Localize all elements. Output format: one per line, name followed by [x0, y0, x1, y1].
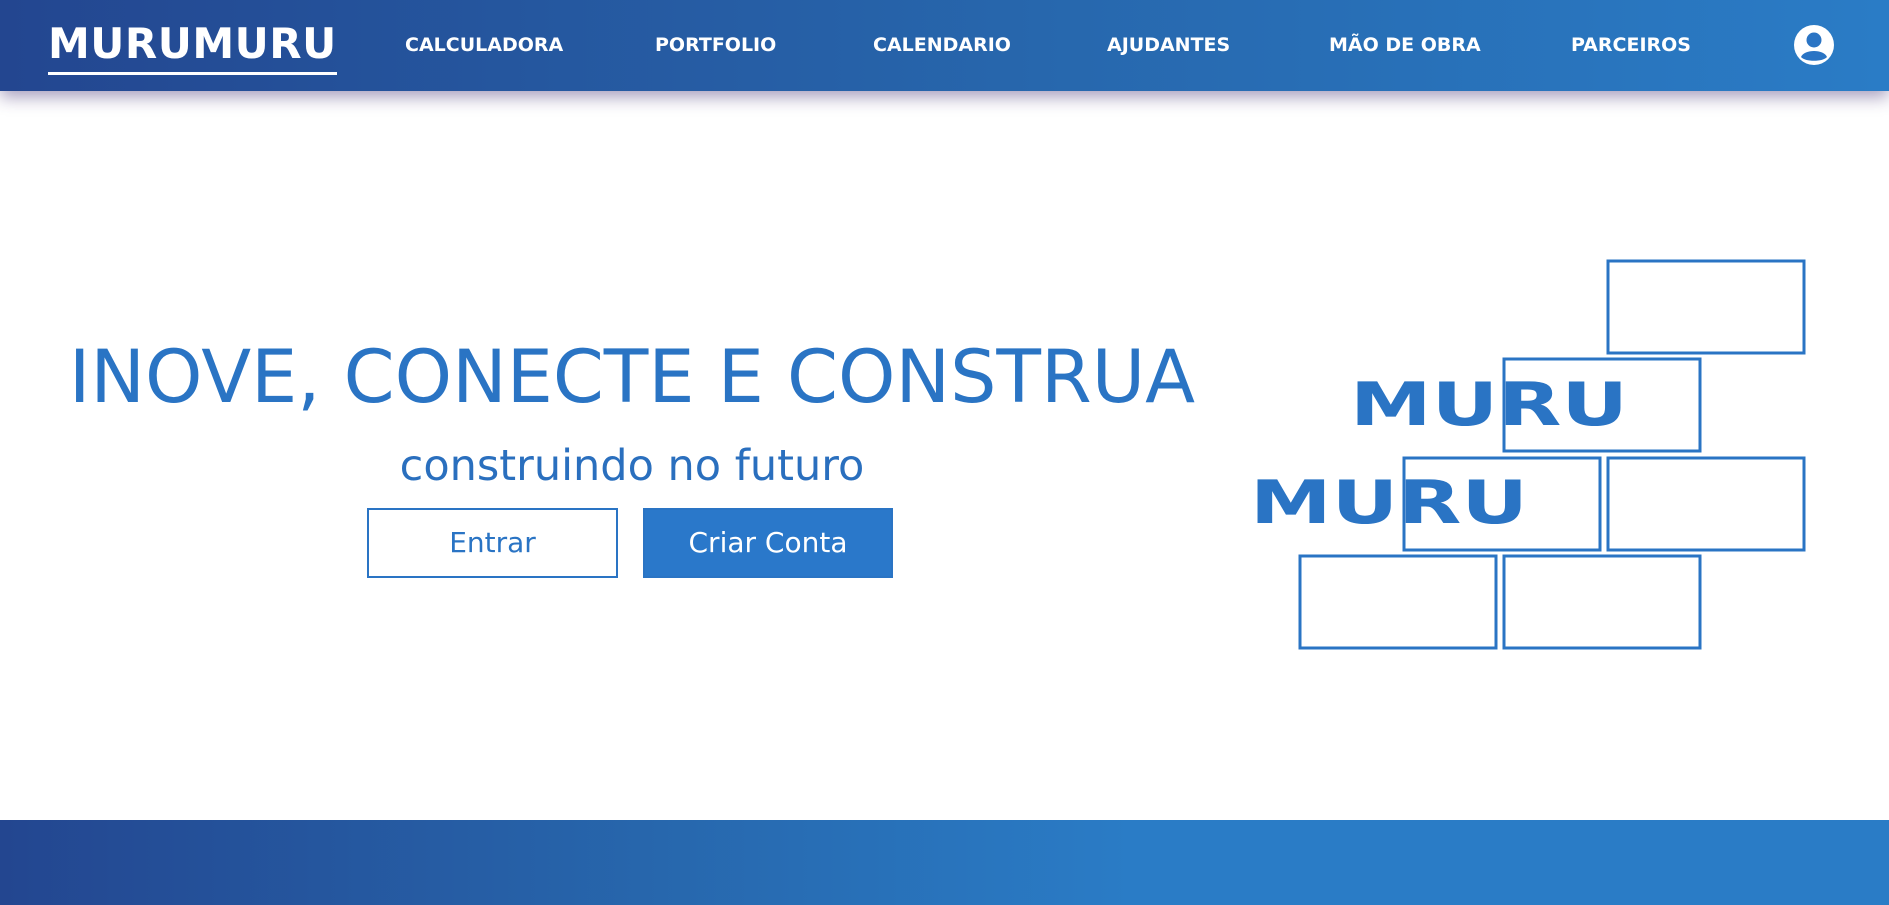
nav-calendario[interactable]: CALENDARIO: [873, 33, 1011, 57]
nav-parceiros[interactable]: PARCEIROS: [1571, 33, 1691, 57]
login-button[interactable]: Entrar: [367, 508, 618, 578]
hero-title: INOVE, CONECTE E CONSTRUA: [68, 335, 1196, 420]
nav-portfolio[interactable]: PORTFOLIO: [655, 33, 776, 57]
brand-logo-link[interactable]: MURUMURU: [48, 20, 337, 75]
create-account-button[interactable]: Criar Conta: [643, 508, 893, 578]
top-navbar: MURUMURU CALCULADORA PORTFOLIO CALENDARI…: [0, 0, 1889, 91]
nav-calculadora[interactable]: CALCULADORA: [405, 33, 563, 57]
muru-brick-logo: MURU MURU: [1250, 259, 1806, 650]
brick: [1502, 554, 1702, 650]
nav-mao-de-obra[interactable]: MÃO DE OBRA: [1329, 33, 1481, 57]
logo-word-top: MURU: [1350, 370, 1628, 440]
nav-ajudantes[interactable]: AJUDANTES: [1107, 33, 1230, 57]
brick: [1606, 259, 1806, 355]
brick: [1298, 554, 1498, 650]
footer-band: [0, 820, 1889, 905]
brick: [1606, 456, 1806, 552]
user-circle-icon: [1794, 25, 1834, 65]
user-account-button[interactable]: [1793, 24, 1835, 66]
logo-word-bottom: MURU: [1250, 468, 1528, 538]
hero-subtitle: construindo no futuro: [399, 441, 865, 491]
